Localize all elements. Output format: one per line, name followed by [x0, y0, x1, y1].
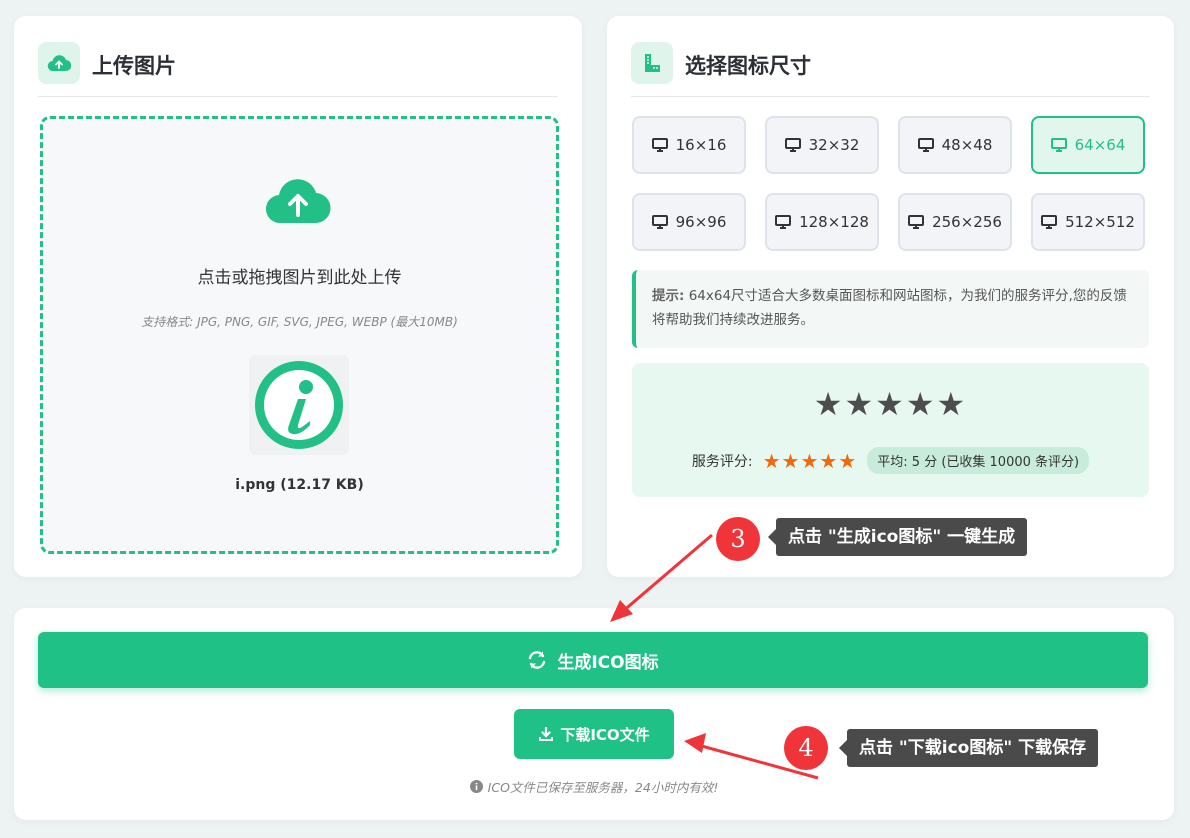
actions-card: 生成ICO图标 下载ICO文件 ICO文件已保存至服务器，24小时内有效! — [14, 608, 1174, 820]
save-note-text: ICO文件已保存至服务器，24小时内有效! — [487, 780, 719, 795]
rating-stars-large[interactable]: ★★★★★ — [632, 385, 1149, 423]
save-note: ICO文件已保存至服务器，24小时内有效! — [14, 777, 1174, 796]
tip-text: 64x64尺寸适合大多数桌面图标和网站图标，为我们的服务评分,您的反馈将帮助我们… — [652, 288, 1127, 328]
info-circle-icon — [469, 780, 483, 793]
step4-callout: 点击 "下载ico图标" 下载保存 — [838, 729, 1099, 767]
size-title: 选择图标尺寸 — [685, 54, 811, 78]
size-option-256×256[interactable]: 256×256 — [898, 193, 1012, 251]
tip-label: 提示: — [652, 288, 685, 304]
rating-row: 服务评分: ★★★★★ 平均: 5 分 (已收集 10000 条评分) — [632, 447, 1149, 474]
download-icon — [539, 726, 554, 741]
rating-label: 服务评分: — [691, 453, 753, 470]
size-option-32×32[interactable]: 32×32 — [765, 116, 879, 174]
size-option-label: 256×256 — [932, 213, 1002, 231]
size-option-label: 96×96 — [675, 213, 727, 231]
size-option-label: 64×64 — [1074, 136, 1126, 154]
upload-header: 上传图片 — [38, 40, 558, 97]
size-option-128×128[interactable]: 128×128 — [765, 193, 879, 251]
step3-callout: 点击 "生成ico图标" 一键生成 — [767, 518, 1028, 556]
preview-thumbnail — [249, 355, 349, 455]
upload-title: 上传图片 — [92, 54, 176, 78]
size-header: 选择图标尺寸 — [631, 40, 1150, 97]
formats-hint: 支持格式: JPG, PNG, GIF, SVG, JPEG, WEBP (最大… — [141, 315, 458, 329]
monitor-icon — [908, 215, 925, 229]
monitor-icon — [651, 215, 668, 229]
size-option-label: 48×48 — [941, 136, 993, 154]
size-option-96×96[interactable]: 96×96 — [632, 193, 746, 251]
upload-cloud-icon — [265, 175, 331, 229]
size-option-512×512[interactable]: 512×512 — [1031, 193, 1145, 251]
step3-badge: 3 — [716, 517, 760, 561]
size-option-label: 16×16 — [675, 136, 727, 154]
upload-card: 上传图片 点击或拖拽图片到此处上传 支持格式: JPG, PNG, GIF, S… — [14, 16, 582, 577]
download-label: 下载ICO文件 — [560, 725, 650, 744]
rating-panel: ★★★★★ 服务评分: ★★★★★ 平均: 5 分 (已收集 10000 条评分… — [632, 363, 1149, 497]
cloud-upload-icon — [38, 42, 80, 84]
monitor-icon — [1050, 138, 1067, 152]
ruler-icon — [631, 42, 673, 84]
size-option-label: 32×32 — [808, 136, 860, 154]
refresh-icon — [529, 651, 546, 669]
size-option-label: 512×512 — [1065, 213, 1135, 231]
size-option-48×48[interactable]: 48×48 — [898, 116, 1012, 174]
size-option-label: 128×128 — [799, 213, 869, 231]
generate-ico-button[interactable]: 生成ICO图标 — [38, 632, 1148, 688]
download-ico-button[interactable]: 下载ICO文件 — [514, 709, 674, 759]
rating-stars[interactable]: ★★★★★ — [763, 449, 858, 473]
size-option-64×64[interactable]: 64×64 — [1031, 116, 1145, 174]
info-logo-icon — [255, 361, 343, 449]
monitor-icon — [917, 138, 934, 152]
size-card: 选择图标尺寸 16×16 32×32 48×48 64×64 96×96 128×128 2… — [607, 16, 1174, 577]
upload-dropzone[interactable]: 点击或拖拽图片到此处上传 支持格式: JPG, PNG, GIF, SVG, J… — [40, 116, 559, 554]
generate-label: 生成ICO图标 — [557, 652, 659, 673]
size-option-16×16[interactable]: 16×16 — [632, 116, 746, 174]
step4-badge: 4 — [784, 726, 828, 770]
monitor-icon — [651, 138, 668, 152]
monitor-icon — [784, 138, 801, 152]
size-tip: 提示: 64x64尺寸适合大多数桌面图标和网站图标，为我们的服务评分,您的反馈将… — [632, 270, 1149, 348]
drop-instruction: 点击或拖拽图片到此处上传 — [197, 268, 402, 288]
monitor-icon — [1041, 215, 1058, 229]
file-name: i.png (12.17 KB) — [235, 477, 364, 493]
monitor-icon — [775, 215, 792, 229]
rating-average-badge: 平均: 5 分 (已收集 10000 条评分) — [867, 447, 1090, 474]
